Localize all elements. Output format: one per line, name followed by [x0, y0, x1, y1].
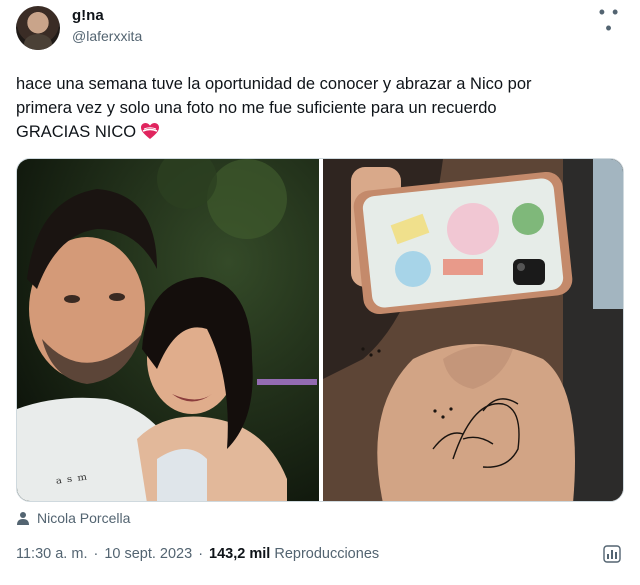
separator: ·: [198, 546, 204, 562]
heart-with-ribbon-icon: [141, 123, 160, 139]
tweet-text-line: hace una semana tuve la oportunidad de c…: [16, 75, 532, 93]
views-label: Reproducciones: [274, 546, 380, 562]
analytics-icon[interactable]: [602, 544, 622, 564]
tagged-people[interactable]: Nicola Porcella: [16, 508, 130, 528]
tagged-person-name[interactable]: Nicola Porcella: [37, 510, 130, 526]
tweet-text-line: GRACIAS NICO: [16, 120, 616, 144]
media-grid[interactable]: ᵃ ˢ ᵐ: [16, 158, 624, 502]
tweet-card: g!na @laferxxita • • • hace una semana t…: [0, 0, 640, 585]
tweet-text: hace una semana tuve la oportunidad de c…: [16, 72, 616, 144]
tweet-text-line: primera vez y solo una foto no me fue su…: [16, 99, 497, 117]
more-options-icon[interactable]: • • •: [594, 3, 624, 37]
views-count: 143,2 mil: [209, 546, 271, 562]
avatar[interactable]: [16, 6, 60, 50]
tweet-time[interactable]: 11:30 a. m.: [16, 546, 87, 562]
user-handle[interactable]: @laferxxita: [72, 28, 142, 44]
tweet-date[interactable]: 10 sept. 2023: [104, 546, 192, 562]
display-name[interactable]: g!na: [72, 7, 104, 24]
tweet-metadata: 11:30 a. m. · 10 sept. 2023 · 143,2 mil …: [16, 546, 379, 562]
person-icon: [17, 512, 29, 525]
photo-selfie[interactable]: ᵃ ˢ ᵐ: [17, 159, 319, 501]
photo-tattoo-mirror[interactable]: [323, 159, 623, 501]
separator: ·: [93, 546, 99, 562]
